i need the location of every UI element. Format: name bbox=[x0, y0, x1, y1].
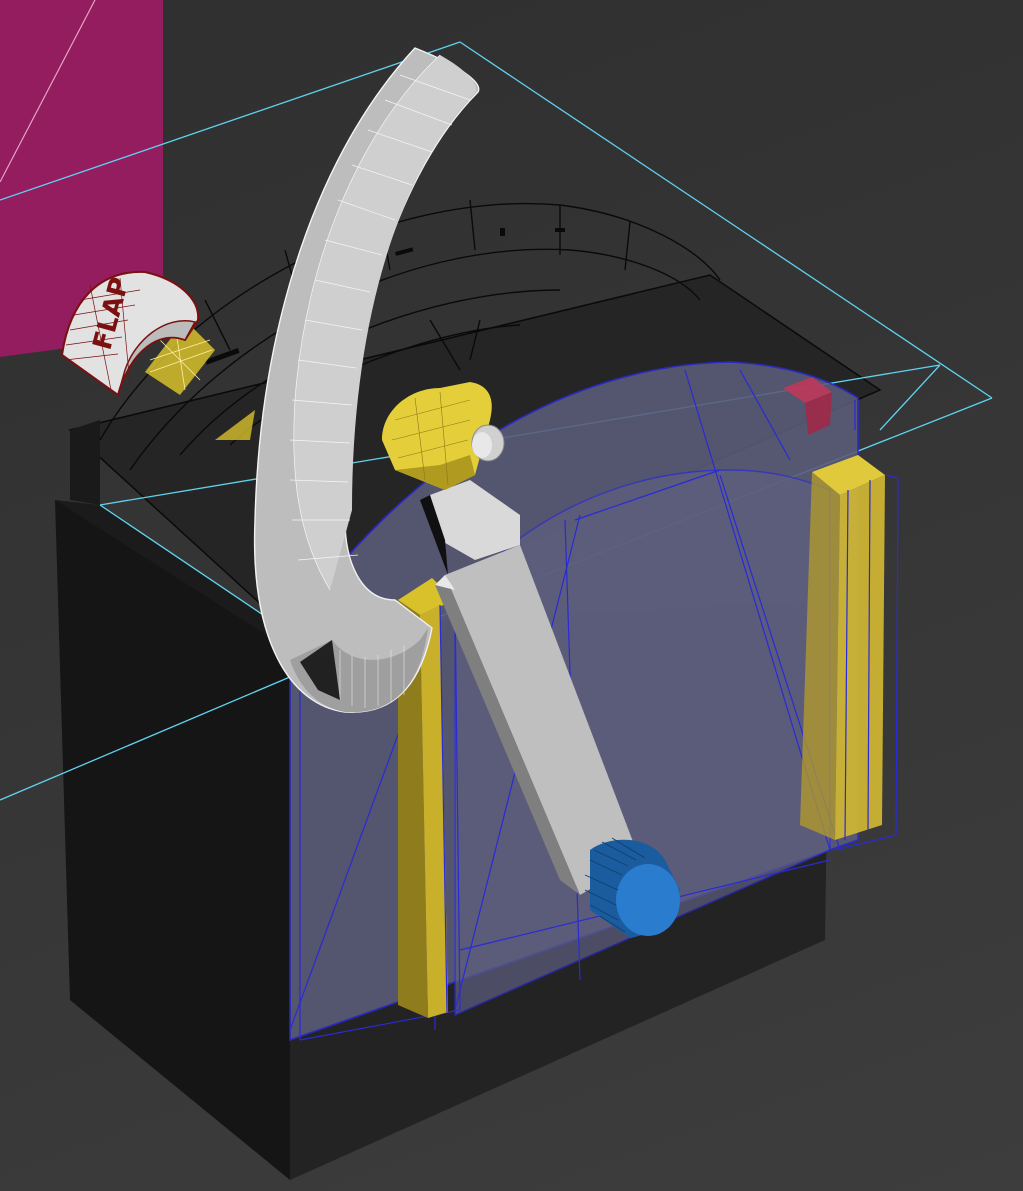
3d-viewport[interactable]: FLAP bbox=[0, 0, 1023, 1191]
viewport-scene: FLAP bbox=[0, 0, 993, 1180]
right-guide-rail[interactable] bbox=[800, 455, 899, 851]
